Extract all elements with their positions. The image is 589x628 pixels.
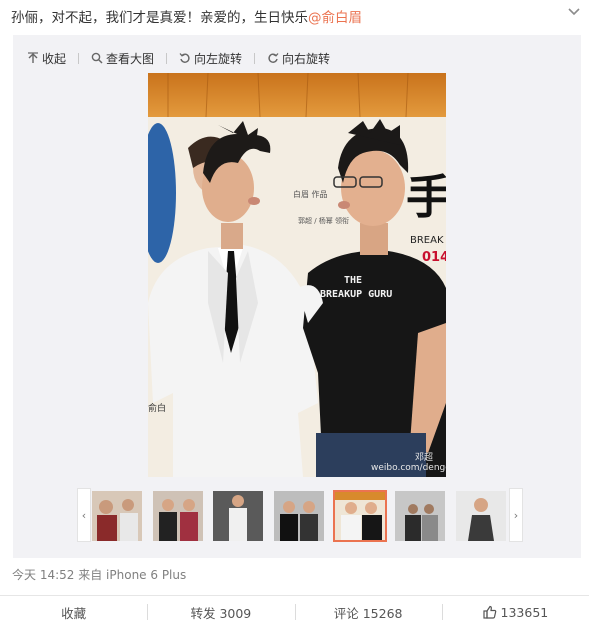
poster-break: BREAK [410, 235, 444, 246]
rotate-right-label: 向右旋转 [282, 51, 331, 66]
like-button[interactable]: 133651 [441, 596, 589, 628]
thumbnail-1[interactable] [92, 491, 142, 541]
thumbnail-3[interactable] [213, 491, 263, 541]
rotate-right-icon [268, 53, 279, 63]
shirt-text-line1: THE [344, 275, 362, 286]
watermark-name: 邓超 [415, 453, 434, 463]
thumbnail-7[interactable] [456, 491, 506, 541]
comment-button[interactable]: 评论 15268 [294, 596, 442, 628]
thumbnails-next-button[interactable]: › [509, 488, 523, 542]
favorite-label: 收藏 [61, 605, 87, 621]
like-count: 133651 [500, 604, 549, 620]
thumbnail-4[interactable] [274, 491, 324, 541]
divider [78, 52, 80, 64]
view-large-button[interactable]: 查看大图 [91, 50, 168, 67]
repost-button[interactable]: 转发 3009 [147, 596, 294, 628]
chevron-right-icon: › [513, 508, 519, 522]
chevron-down-icon[interactable] [566, 4, 582, 20]
search-icon [91, 52, 103, 64]
poster-title-char: 手 [406, 170, 446, 224]
poster-year: 014 [422, 250, 446, 265]
favorite-button[interactable]: 收藏 [0, 596, 147, 628]
comment-label: 评论 15268 [333, 605, 403, 621]
rotate-left-icon [179, 53, 190, 63]
post-time[interactable]: 今天 14:52 [12, 568, 74, 582]
divider [166, 52, 168, 64]
collapse-button[interactable]: 收起 [27, 50, 80, 67]
arrow-up-icon [28, 52, 38, 63]
action-bar: 收藏 转发 3009 评论 15268 133651 [0, 595, 589, 628]
poster-left-text: 俞白 [148, 402, 166, 414]
repost-label: 转发 3009 [190, 605, 252, 621]
watermark-url: weibo.com/dengchao [371, 463, 446, 473]
divider [254, 52, 256, 64]
chevron-left-icon: ‹ [81, 508, 87, 522]
thumbnail-2[interactable] [153, 491, 203, 541]
mention-link[interactable]: @俞白眉 [308, 10, 362, 26]
poster-credit: 白眉 作品 [293, 189, 328, 199]
thumbnails-prev-button[interactable]: ‹ [77, 488, 91, 542]
poster-cast: 郭超 / 杨幂 领衔 [298, 216, 349, 225]
thumbnail-5-selected[interactable] [333, 490, 387, 542]
collapse-label: 收起 [42, 51, 67, 66]
photo-illustration: 白眉 作品 郭超 / 杨幂 领衔 手 BREAK 014 俞白 THE BREA… [148, 73, 446, 477]
media-toolbar: 收起 查看大图 向左旋转 向右旋转 [27, 48, 342, 68]
photo-watermark: 邓超 weibo.com/dengchao [371, 453, 446, 473]
view-large-label: 查看大图 [106, 51, 155, 66]
post-meta: 今天 14:52 来自 iPhone 6 Plus [12, 566, 186, 583]
thumbs-up-icon [482, 605, 496, 619]
main-photo[interactable]: 白眉 作品 郭超 / 杨幂 领衔 手 BREAK 014 俞白 THE BREA… [148, 73, 446, 477]
post-source: 来自 iPhone 6 Plus [78, 568, 187, 582]
thumbnail-6[interactable] [395, 491, 445, 541]
rotate-right-button[interactable]: 向右旋转 [267, 50, 330, 67]
media-panel: 收起 查看大图 向左旋转 向右旋转 白眉 作品 郭超 / 杨幂 领衔 手 BRE… [13, 35, 581, 558]
rotate-left-label: 向左旋转 [194, 51, 243, 66]
post-text: 孙俪，对不起，我们才是真爱！亲爱的，生日快乐@俞白眉 [11, 8, 551, 28]
rotate-left-button[interactable]: 向左旋转 [179, 50, 256, 67]
shirt-text-line2: BREAKUP GURU [320, 289, 392, 300]
post-body: 孙俪，对不起，我们才是真爱！亲爱的，生日快乐 [11, 10, 308, 26]
